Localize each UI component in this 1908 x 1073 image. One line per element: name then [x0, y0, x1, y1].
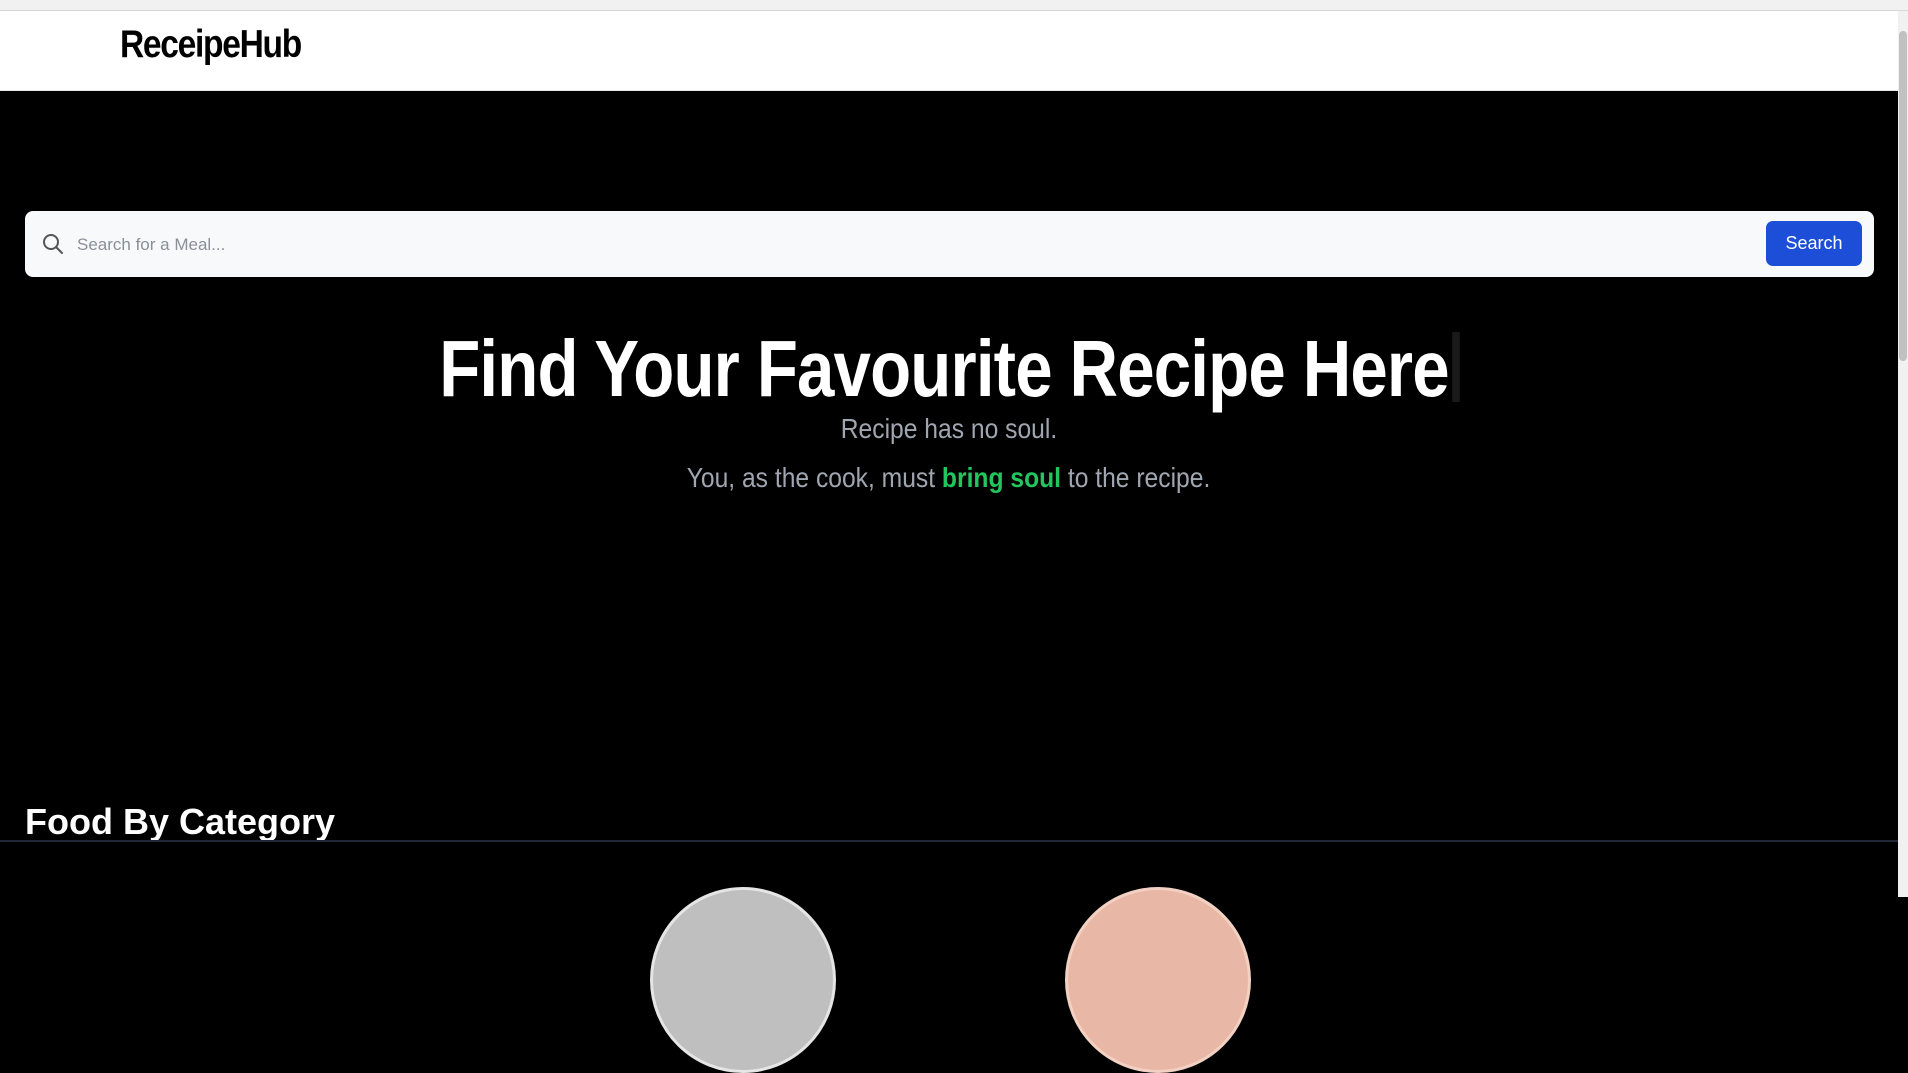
- navbar: ReceipeHub: [0, 11, 1898, 91]
- hero-title: Find Your Favourite Recipe Here: [0, 324, 1898, 414]
- hero-subtitle-2-after: to the recipe.: [1061, 462, 1211, 493]
- brand-logo[interactable]: ReceipeHub: [120, 23, 302, 67]
- hero-title-text: Find Your Favourite Recipe Here: [438, 324, 1449, 413]
- hero-section: Search Find Your Favourite Recipe Here R…: [0, 91, 1898, 1073]
- category-thumbnail[interactable]: [1065, 887, 1251, 1073]
- search-button[interactable]: Search: [1766, 221, 1862, 266]
- hero-subtitle-2-highlight: bring soul: [942, 462, 1062, 493]
- hero-subtitle-2: You, as the cook, must bring soul to the…: [0, 462, 1898, 494]
- browser-top-strip: [0, 0, 1908, 11]
- category-thumbnail[interactable]: [650, 887, 836, 1073]
- hero-subtitle-1: Recipe has no soul.: [0, 413, 1898, 445]
- search-bar: Search: [25, 211, 1874, 277]
- section-title: Food By Category: [25, 800, 336, 842]
- hero-subtitle-1-text: Recipe has no soul.: [840, 413, 1058, 444]
- typing-caret: [1451, 332, 1460, 402]
- search-icon: [41, 232, 65, 256]
- page-scrollbar[interactable]: [1898, 11, 1908, 897]
- search-input[interactable]: [75, 226, 1779, 264]
- hero-subtitle-2-before: You, as the cook, must: [687, 462, 943, 493]
- scrollbar-thumb[interactable]: [1899, 31, 1907, 361]
- section-divider: [0, 840, 1898, 842]
